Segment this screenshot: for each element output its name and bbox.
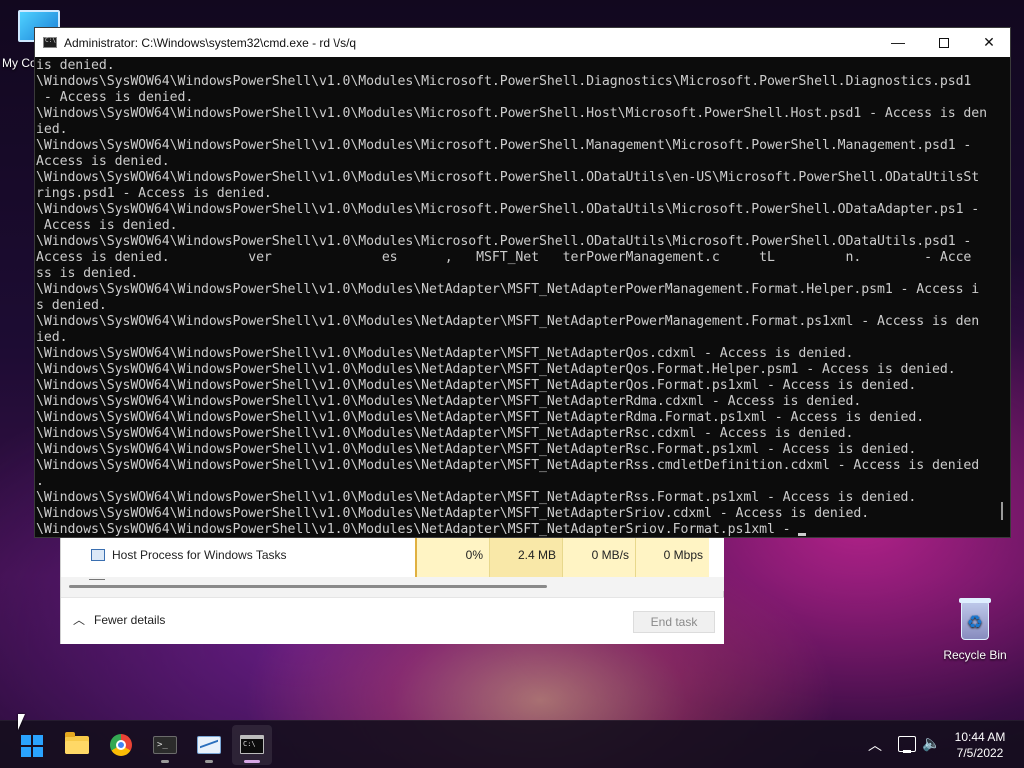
vertical-scrollbar-thumb[interactable] — [1001, 502, 1003, 520]
clock-date: 7/5/2022 — [956, 746, 1004, 760]
network-cell: 0 Mbps — [635, 537, 709, 577]
recycle-bin-label: Recycle Bin — [943, 648, 1007, 662]
taskbar-command-prompt[interactable] — [232, 725, 272, 765]
show-hidden-icons-chevron-up-icon[interactable]: ︿ — [868, 735, 882, 768]
command-prompt-window: Administrator: C:\Windows\system32\cmd.e… — [34, 27, 1011, 538]
scrollbar-thumb[interactable] — [69, 585, 547, 588]
performance-monitor-icon — [197, 736, 221, 754]
terminal-icon: >_ — [153, 736, 177, 754]
mouse-pointer-icon — [18, 714, 25, 730]
console-text: is denied. \Windows\SysWOW64\WindowsPowe… — [36, 58, 988, 537]
memory-cell: 2.4 MB — [489, 537, 562, 577]
horizontal-scrollbar[interactable] — [61, 577, 724, 591]
start-button[interactable] — [12, 725, 52, 765]
minimize-button[interactable]: — — [875, 28, 921, 57]
process-name: Host Process for Windows Tasks — [112, 548, 287, 562]
end-task-button[interactable]: End task — [633, 611, 715, 633]
chevron-up-icon[interactable]: ︿ — [73, 611, 85, 628]
close-button[interactable]: ✕ — [966, 28, 1012, 57]
file-explorer-icon — [65, 732, 89, 754]
command-prompt-icon — [240, 735, 264, 754]
volume-icon[interactable]: 🔈 — [922, 734, 941, 768]
clock-time: 10:44 AM — [954, 730, 1006, 744]
title-bar[interactable]: Administrator: C:\Windows\system32\cmd.e… — [35, 28, 1010, 57]
fewer-details-link[interactable]: Fewer details — [94, 613, 165, 627]
system-clock[interactable]: 10:44 AM 7/5/2022 — [948, 729, 1012, 761]
text-cursor — [798, 533, 807, 536]
recycle-bin-icon: ♻ — [957, 596, 993, 640]
task-manager-footer: ︿ Fewer details End task — [61, 597, 724, 644]
taskbar-performance-monitor[interactable] — [189, 725, 229, 765]
task-manager-window: Host Process for Windows Tasks 0% 2.4 MB… — [60, 536, 724, 644]
windows-start-icon — [21, 735, 43, 757]
maximize-icon — [939, 38, 949, 49]
maximize-button[interactable] — [921, 28, 967, 57]
process-row[interactable]: Host Process for Windows Tasks 0% 2.4 MB… — [61, 537, 724, 577]
recycle-bin-desktop-icon[interactable]: ♻ Recycle Bin — [940, 596, 1010, 662]
taskbar-terminal[interactable]: >_ — [145, 725, 185, 765]
taskbar-file-explorer[interactable] — [57, 725, 97, 765]
window-title: Administrator: C:\Windows\system32\cmd.e… — [64, 36, 357, 50]
console-output[interactable]: is denied. \Windows\SysWOW64\WindowsPowe… — [35, 58, 1000, 538]
process-icon — [91, 549, 105, 561]
cpu-cell: 0% — [415, 537, 489, 577]
network-icon[interactable] — [898, 736, 916, 753]
chrome-icon — [110, 734, 132, 756]
taskbar: >_ ︿ 🔈 10:44 AM 7/5/2022 — [0, 720, 1024, 768]
taskbar-chrome[interactable] — [101, 725, 141, 765]
cmd-app-icon — [43, 37, 57, 48]
disk-cell: 0 MB/s — [562, 537, 635, 577]
